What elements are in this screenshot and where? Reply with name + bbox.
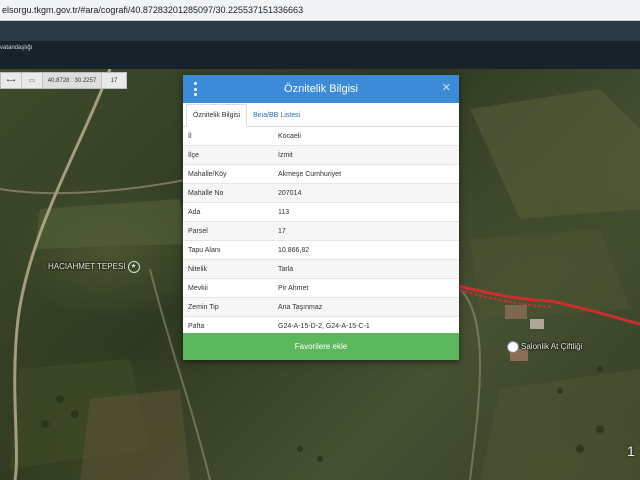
row-value: Kocaeli xyxy=(273,127,459,146)
row-key: Ada xyxy=(183,202,273,222)
row-key: İl xyxy=(183,127,273,146)
table-row: İlçe İzmit xyxy=(183,145,459,165)
site-header xyxy=(0,21,640,42)
map-label-tepe[interactable]: HACIAHMET TEPESİ ★ xyxy=(48,261,140,273)
arrows-horizontal-icon[interactable]: ⟷ xyxy=(1,73,22,88)
printer-icon[interactable]: ▭ xyxy=(22,73,43,88)
table-row: Mahalle No 207014 xyxy=(183,183,459,203)
modal-header: Öznitelik Bilgisi ✕ xyxy=(183,75,459,103)
row-value: 17 xyxy=(273,221,459,241)
table-row: Mevkii Pir Ahmet xyxy=(183,278,459,298)
table-row: Zemin Tip Ana Taşınmaz xyxy=(183,297,459,317)
map-label-ciftlik-text: Salonlik At Çiftliği xyxy=(521,342,583,352)
row-value: Pir Ahmet xyxy=(273,278,459,298)
row-value: Ana Taşınmaz xyxy=(273,297,459,317)
attribute-info-modal: Öznitelik Bilgisi ✕ Öznitelik Bilgisi Bi… xyxy=(183,75,459,360)
row-value: 10.866,82 xyxy=(273,240,459,260)
tab-attribute-info[interactable]: Öznitelik Bilgisi xyxy=(186,104,248,127)
row-value: İzmit xyxy=(273,145,459,165)
row-key: Mahalle/Köy xyxy=(183,164,273,184)
place-marker-icon xyxy=(507,341,519,353)
site-subheader: vatandaşlığı xyxy=(0,42,640,69)
add-to-favorites-button[interactable]: Favorilere ekle xyxy=(183,333,459,360)
row-key: Parsel xyxy=(183,221,273,241)
row-value: Akmeşe Cumhuriyet xyxy=(273,164,459,184)
zoom-level: 17 xyxy=(110,77,118,84)
row-value: 207014 xyxy=(273,183,459,203)
row-key: Nitelik xyxy=(183,259,273,279)
table-row: Nitelik Tarla xyxy=(183,259,459,279)
map-label-tepe-text: HACIAHMET TEPESİ xyxy=(48,262,126,272)
close-icon[interactable]: ✕ xyxy=(442,81,451,94)
row-key: İlçe xyxy=(183,145,273,165)
map-corner-number: 1 xyxy=(627,443,635,459)
map-toolbar: ⟷ ▭ 40.8728 : 30.2257 17 xyxy=(0,72,127,89)
browser-address-bar[interactable]: elsorgu.tkgm.gov.tr/#ara/cografi/40.8728… xyxy=(0,0,640,21)
row-key: Tapu Alanı xyxy=(183,240,273,260)
modal-tabs: Öznitelik Bilgisi Bina/BB Listesi xyxy=(183,103,459,127)
subheader-text: vatandaşlığı xyxy=(0,45,33,51)
table-row: Tapu Alanı 10.866,82 xyxy=(183,240,459,260)
coordinate-readout: 40.8728 : 30.2257 xyxy=(43,73,102,88)
table-row: Mahalle/Köy Akmeşe Cumhuriyet xyxy=(183,164,459,184)
attribute-table: İl Kocaeli İlçe İzmit Mahalle/Köy Akmeşe Cu… xyxy=(183,127,459,336)
pin-icon: ★ xyxy=(127,261,140,273)
table-row: Parsel 17 xyxy=(183,221,459,241)
tab-building-list[interactable]: Bina/BB Listesi xyxy=(247,105,306,126)
kebab-menu-icon[interactable] xyxy=(192,82,198,96)
row-key: Zemin Tip xyxy=(183,297,273,317)
map-label-ciftlik[interactable]: Salonlik At Çiftliği xyxy=(507,341,582,353)
table-row: Ada 113 xyxy=(183,202,459,222)
row-key: Mahalle No xyxy=(183,183,273,203)
modal-title: Öznitelik Bilgisi xyxy=(284,83,358,95)
url-text[interactable]: elsorgu.tkgm.gov.tr/#ara/cografi/40.8728… xyxy=(0,5,303,15)
table-row: İl Kocaeli xyxy=(183,127,459,146)
row-value: Tarla xyxy=(273,259,459,279)
row-value: 113 xyxy=(273,202,459,222)
row-key: Mevkii xyxy=(183,278,273,298)
